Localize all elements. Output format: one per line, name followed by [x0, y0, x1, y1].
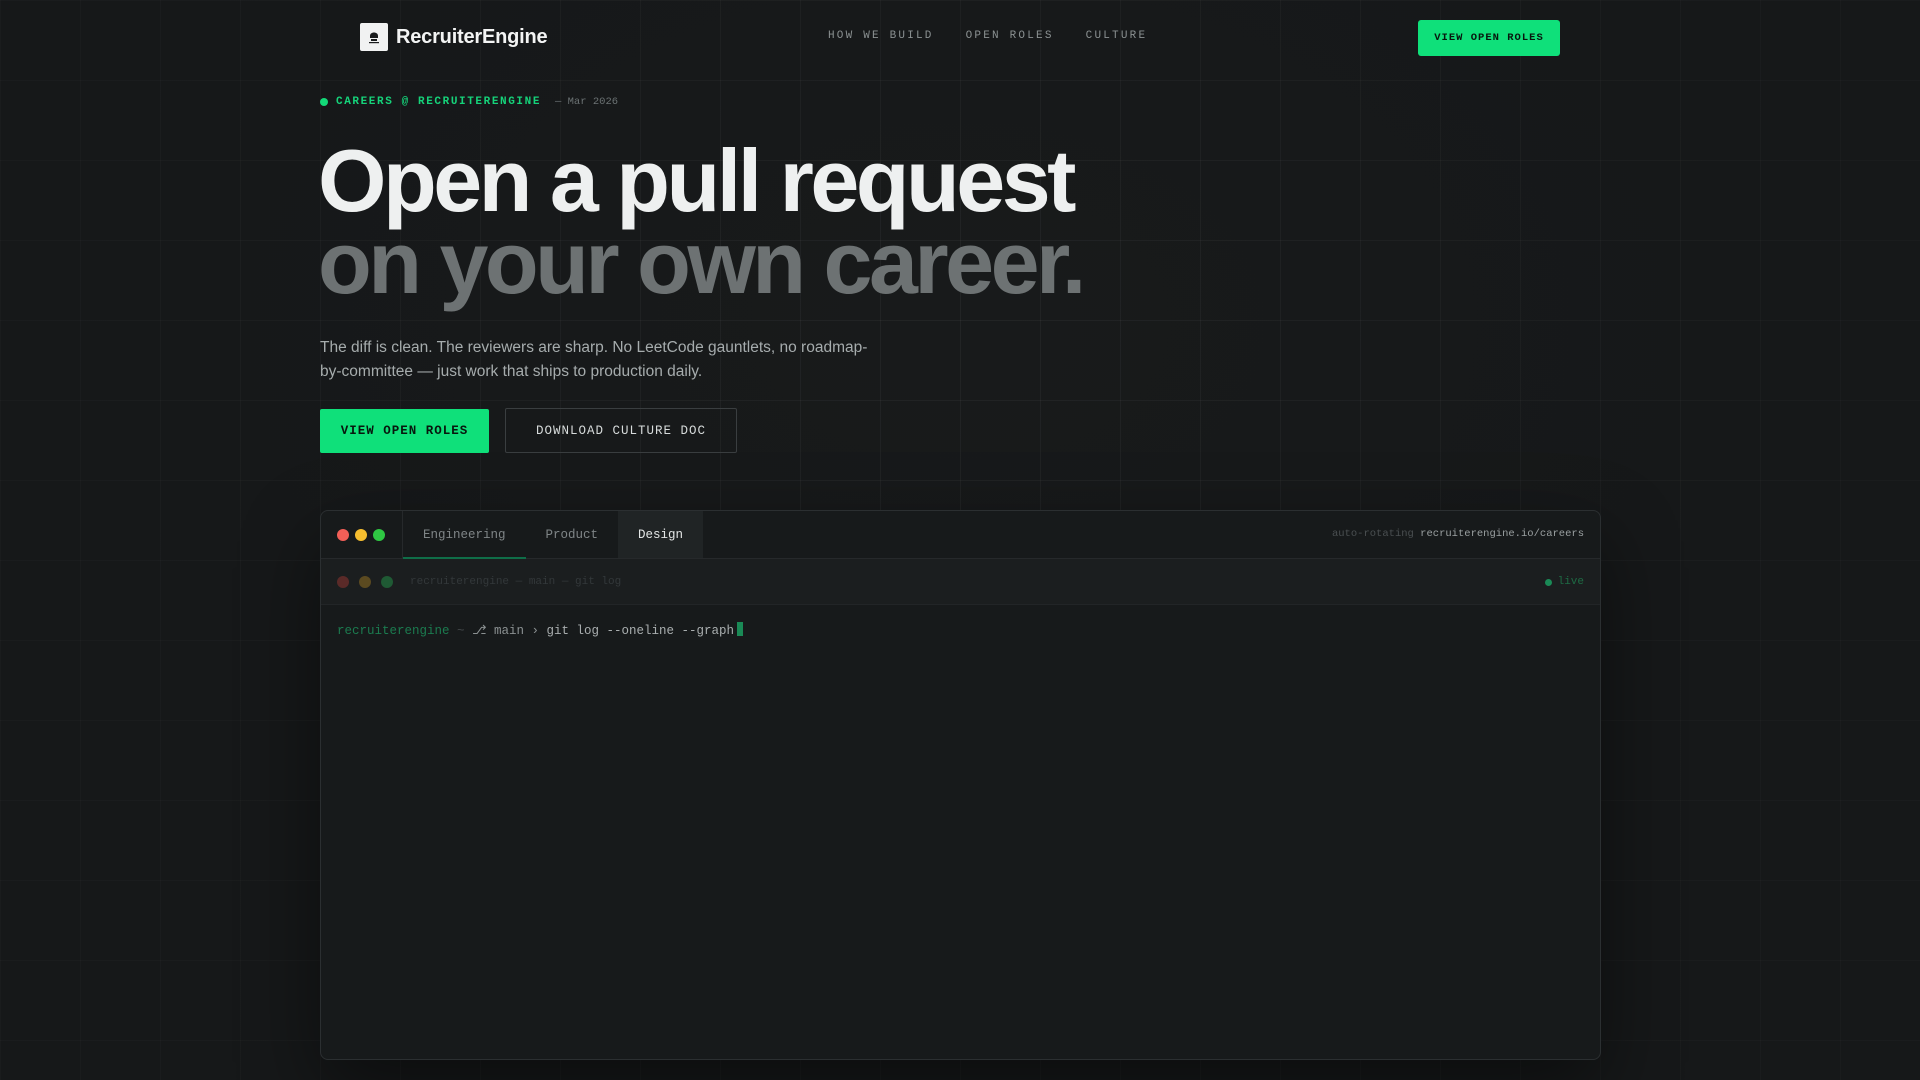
careers-terminal-panel: Engineering Product Design auto-rotating…: [320, 510, 1601, 1060]
hero-lede: The diff is clean. The reviewers are sha…: [320, 339, 868, 380]
close-dot-icon[interactable]: [337, 529, 349, 541]
terminal-maximize-dot-icon: [381, 576, 393, 588]
terminal-titlebar: recruiterengine — main — git log live: [321, 559, 1600, 605]
terminal-title: recruiterengine — main — git log: [410, 576, 622, 588]
panel-header: Engineering Product Design auto-rotating…: [321, 511, 1600, 559]
status-dot-icon: [320, 98, 328, 106]
department-tabs: Engineering Product Design: [402, 511, 704, 559]
nav-link-open-roles[interactable]: OPEN ROLES: [966, 30, 1054, 42]
auto-rotating-label: auto-rotating: [1331, 528, 1414, 540]
careers-url-link[interactable]: recruiterengine.io/careers: [1420, 528, 1584, 540]
live-dot-icon: [1544, 578, 1552, 586]
window-controls: [337, 529, 385, 541]
nav-link-how-we-build[interactable]: HOW WE BUILD: [828, 30, 934, 42]
tab-engineering[interactable]: Engineering: [403, 511, 526, 559]
prompt-command: git log --oneline --graph: [546, 624, 735, 638]
terminal-cursor: [737, 622, 744, 636]
prompt-host: recruiterengine: [337, 624, 450, 638]
terminal-close-dot-icon: [337, 576, 349, 588]
live-indicator: live: [1544, 576, 1584, 588]
prompt-tilde: ~: [457, 624, 465, 638]
terminal-prompt: recruiterengine ~ ⎇ main › git log --one…: [337, 622, 744, 638]
prompt-branch: ⎇ main ›: [472, 624, 539, 638]
crab-logo-icon: [360, 23, 388, 51]
top-nav: RecruiterEngine HOW WE BUILD OPEN ROLES …: [0, 0, 1920, 76]
minimize-dot-icon[interactable]: [355, 529, 367, 541]
nav-link-culture[interactable]: CULTURE: [1086, 30, 1148, 42]
nav-links: HOW WE BUILD OPEN ROLES CULTURE: [828, 30, 1147, 42]
hero-headline: Open a pull request on your own career.: [318, 131, 1086, 312]
headline-line-1: Open a pull request: [318, 131, 1076, 230]
brand[interactable]: RecruiterEngine: [360, 23, 548, 51]
view-open-roles-button[interactable]: VIEW OPEN ROLES: [320, 409, 489, 453]
download-culture-doc-button[interactable]: DOWNLOAD CULTURE DOC: [505, 408, 737, 453]
tab-design[interactable]: Design: [618, 511, 704, 558]
eyebrow-label: CAREERS @ RECRUITERENGINE: [336, 96, 542, 108]
maximize-dot-icon[interactable]: [373, 529, 385, 541]
hero-eyebrow: CAREERS @ RECRUITERENGINE — Mar 2026: [320, 96, 618, 108]
terminal-minimize-dot-icon: [359, 576, 371, 588]
panel-meta: auto-rotating recruiterengine.io/careers: [1332, 528, 1584, 540]
brand-name: RecruiterEngine: [396, 25, 548, 48]
eyebrow-date: — Mar 2026: [555, 96, 619, 108]
tab-product[interactable]: Product: [526, 511, 619, 558]
live-label: live: [1557, 576, 1584, 588]
nav-view-open-roles-button[interactable]: VIEW OPEN ROLES: [1418, 20, 1560, 56]
terminal-window-controls: [337, 576, 393, 588]
headline-line-2: on your own career.: [318, 213, 1086, 312]
